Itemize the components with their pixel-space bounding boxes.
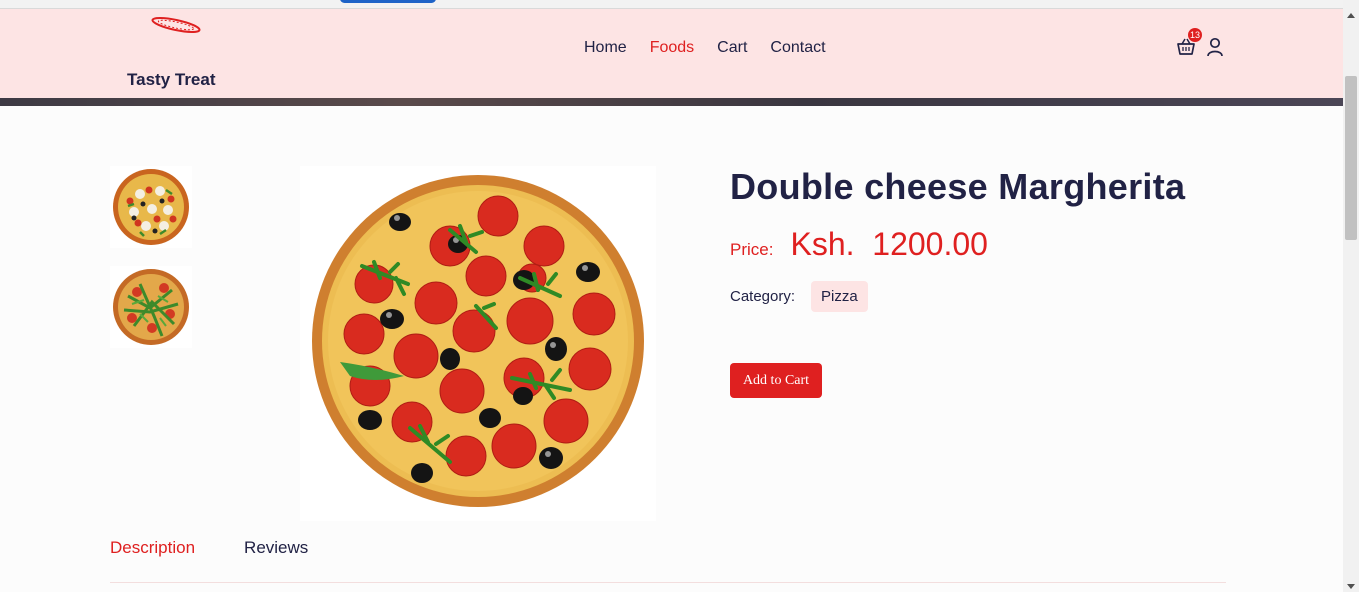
user-icon[interactable] (1206, 37, 1224, 62)
nav-contact[interactable]: Contact (770, 39, 825, 57)
price-value: Ksh. 1200.00 (790, 226, 988, 262)
browser-top-strip (0, 0, 1343, 9)
product-main-image (300, 166, 656, 521)
product-tabs: Description Reviews (110, 538, 357, 558)
tab-description[interactable]: Description (110, 538, 195, 558)
category-label: Category: (730, 288, 796, 305)
pizza-thumbnail-1[interactable] (110, 166, 192, 248)
price-row: Price: Ksh. 1200.00 (730, 226, 1250, 263)
main-nav: Home Foods Cart Contact (584, 39, 849, 57)
logo-icon (151, 17, 201, 33)
tab-reviews[interactable]: Reviews (244, 538, 308, 558)
nav-foods[interactable]: Foods (650, 39, 694, 57)
cart-count-badge: 13 (1188, 28, 1202, 42)
scroll-up-arrow-icon[interactable] (1347, 13, 1355, 18)
scroll-thumb[interactable] (1345, 76, 1357, 240)
brand-name: Tasty Treat (127, 70, 216, 89)
category-badge: Pizza (811, 281, 868, 312)
nav-cart[interactable]: Cart (717, 39, 747, 57)
hero-banner-edge (0, 98, 1343, 106)
category-row: Category: Pizza (730, 281, 868, 312)
nav-home[interactable]: Home (584, 39, 627, 57)
product-details: Double cheese Margherita Price: Ksh. 120… (730, 166, 1250, 398)
tab-divider (110, 582, 1226, 583)
top-pill (340, 0, 436, 3)
price-label: Price: (730, 240, 774, 259)
add-to-cart-button[interactable]: Add to Cart (730, 363, 822, 398)
product-title: Double cheese Margherita (730, 166, 1186, 207)
scrollbar[interactable] (1343, 0, 1359, 592)
header-icons: 13 (1176, 28, 1226, 62)
pizza-thumbnail-2[interactable] (110, 266, 192, 348)
logo[interactable]: Tasty Treat (110, 9, 240, 95)
product-thumbnails (110, 166, 192, 366)
scroll-down-arrow-icon[interactable] (1347, 584, 1355, 589)
